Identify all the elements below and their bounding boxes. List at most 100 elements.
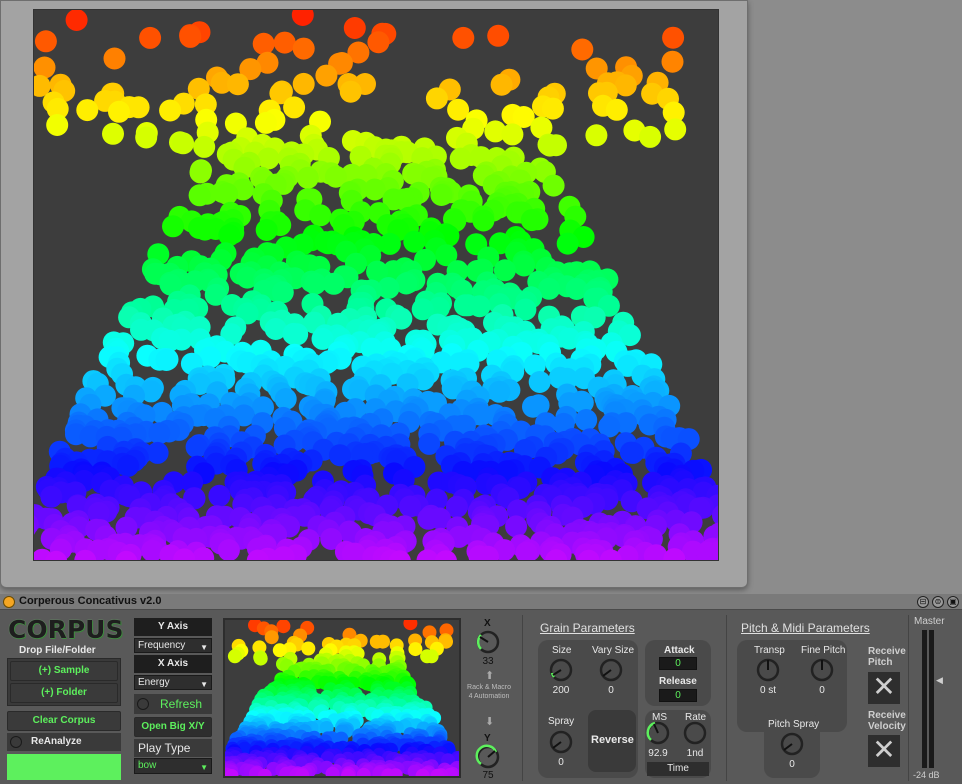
save-preset-icon[interactable]: ▣: [947, 596, 959, 608]
hot-swap-icon[interactable]: ⊟: [917, 596, 929, 608]
grain-dot: [417, 507, 440, 530]
receive-pitch-label: Receive Pitch: [868, 646, 906, 668]
play-type-dropdown[interactable]: bow ▼: [134, 758, 212, 774]
receive-velocity-toggle[interactable]: ✕: [868, 735, 900, 767]
rate-knob[interactable]: [682, 720, 708, 746]
x-knob[interactable]: [475, 629, 501, 655]
transp-value: 0 st: [759, 685, 777, 696]
chevron-down-icon: ▼: [200, 763, 208, 772]
grain-parameters-title: Grain Parameters: [540, 621, 635, 635]
fine-pitch-label: Fine Pitch: [801, 645, 846, 656]
automation-label: Rack & Macro 4 Automation: [467, 684, 511, 700]
fine-pitch-knob[interactable]: [809, 657, 835, 683]
grain-dot: [103, 47, 126, 70]
add-sample-button[interactable]: (+) Sample: [10, 661, 118, 681]
spray-label: Spray: [548, 716, 575, 727]
x-knob-value: 33: [482, 656, 494, 667]
grain-dot: [34, 30, 57, 53]
add-folder-button[interactable]: (+) Folder: [10, 683, 118, 703]
grain-dot: [403, 620, 418, 631]
device-body: CORPUS Drop File/Folder (+) Sample (+) F…: [0, 611, 962, 784]
device-power-button[interactable]: [3, 596, 15, 608]
reanalyze-toggle[interactable]: [10, 736, 22, 748]
grain-dot: [420, 649, 435, 664]
refresh-button[interactable]: Refresh: [160, 697, 202, 711]
grain-dot: [605, 98, 628, 121]
grain-dot: [472, 209, 495, 232]
grain-dot: [556, 232, 579, 255]
x-axis-label: X Axis: [134, 655, 212, 673]
transp-knob[interactable]: [755, 657, 781, 683]
arrow-up-icon: ⬆: [485, 670, 495, 682]
grain-dot: [292, 72, 315, 95]
clear-corpus-button[interactable]: Clear Corpus: [7, 711, 121, 731]
time-panel: MS 92.9 Rate 1nd Time: [645, 710, 711, 778]
grain-dot: [339, 80, 362, 103]
grain-dot: [520, 209, 543, 232]
vary-size-knob[interactable]: [598, 657, 624, 683]
grain-dot: [301, 641, 316, 656]
settings-icon[interactable]: ⊜: [932, 596, 944, 608]
open-big-xy-button[interactable]: Open Big X/Y: [134, 717, 212, 737]
spray-value: 0: [558, 757, 564, 768]
refresh-toggle[interactable]: [137, 698, 149, 710]
grain-dot: [283, 96, 306, 119]
grain-dot: [252, 32, 275, 55]
mini-xy-scatter[interactable]: [225, 620, 459, 776]
attack-number-box[interactable]: 0: [659, 657, 697, 670]
y-knob[interactable]: [475, 744, 501, 770]
release-label: Release: [659, 676, 697, 687]
close-icon: ✕: [872, 671, 896, 702]
device-panel: Corperous Concativus v2.0 ⊟ ⊜ ▣ CORPUS D…: [0, 594, 962, 784]
grain-dot: [193, 218, 216, 241]
grain-dot: [468, 295, 491, 318]
divider: [908, 615, 909, 781]
grain-dot: [139, 26, 162, 49]
grain-dot: [449, 147, 472, 170]
grain-dot: [254, 111, 277, 134]
chevron-down-icon: ▼: [200, 680, 208, 689]
grain-dot: [571, 38, 594, 61]
master-meter-right: [929, 630, 934, 768]
grain-dot: [264, 630, 279, 645]
grain-dot: [662, 26, 685, 49]
chevron-down-icon: ▼: [200, 643, 208, 652]
mini-xy-plot[interactable]: [223, 618, 461, 778]
drop-file-label: Drop File/Folder: [19, 645, 96, 656]
pitch-spray-knob[interactable]: [779, 731, 805, 757]
grain-dot: [227, 649, 242, 664]
x-axis-dropdown[interactable]: Energy ▼: [134, 675, 212, 690]
grain-dot: [108, 100, 130, 123]
big-xy-plot[interactable]: [33, 9, 719, 561]
pitch-spray-label: Pitch Spray: [768, 719, 820, 730]
grain-dot: [718, 535, 719, 557]
ms-knob[interactable]: [645, 720, 671, 746]
grain-dot: [291, 10, 314, 26]
grain-dot: [193, 135, 216, 158]
grain-dot: [146, 441, 169, 464]
grain-dot: [216, 182, 239, 205]
receive-pitch-toggle[interactable]: ✕: [868, 672, 900, 704]
y-axis-dropdown[interactable]: Frequency ▼: [134, 638, 212, 653]
grain-dot: [505, 515, 528, 538]
grain-dot: [273, 31, 296, 54]
big-xy-scatter[interactable]: [34, 10, 719, 561]
time-mode-button[interactable]: Time: [647, 762, 709, 776]
release-number-box[interactable]: 0: [659, 689, 697, 702]
grain-dot: [253, 651, 268, 666]
size-knob[interactable]: [548, 657, 574, 683]
device-titlebar: Corperous Concativus v2.0 ⊟ ⊜ ▣: [0, 594, 962, 610]
play-type-value: bow: [138, 760, 157, 771]
pitch-midi-title: Pitch & Midi Parameters: [741, 621, 870, 635]
spray-knob[interactable]: [548, 729, 574, 755]
reverse-button[interactable]: Reverse: [588, 710, 636, 772]
grain-dot: [664, 118, 687, 141]
grain-dot: [271, 281, 294, 304]
ms-value: 92.9: [648, 748, 668, 759]
grain-dot: [286, 323, 309, 346]
grain-dot: [159, 99, 182, 122]
grain-dot: [117, 454, 140, 477]
grain-dot: [575, 409, 598, 431]
grain-dot: [274, 388, 297, 410]
volume-slider-handle-icon[interactable]: ◀: [936, 675, 943, 686]
